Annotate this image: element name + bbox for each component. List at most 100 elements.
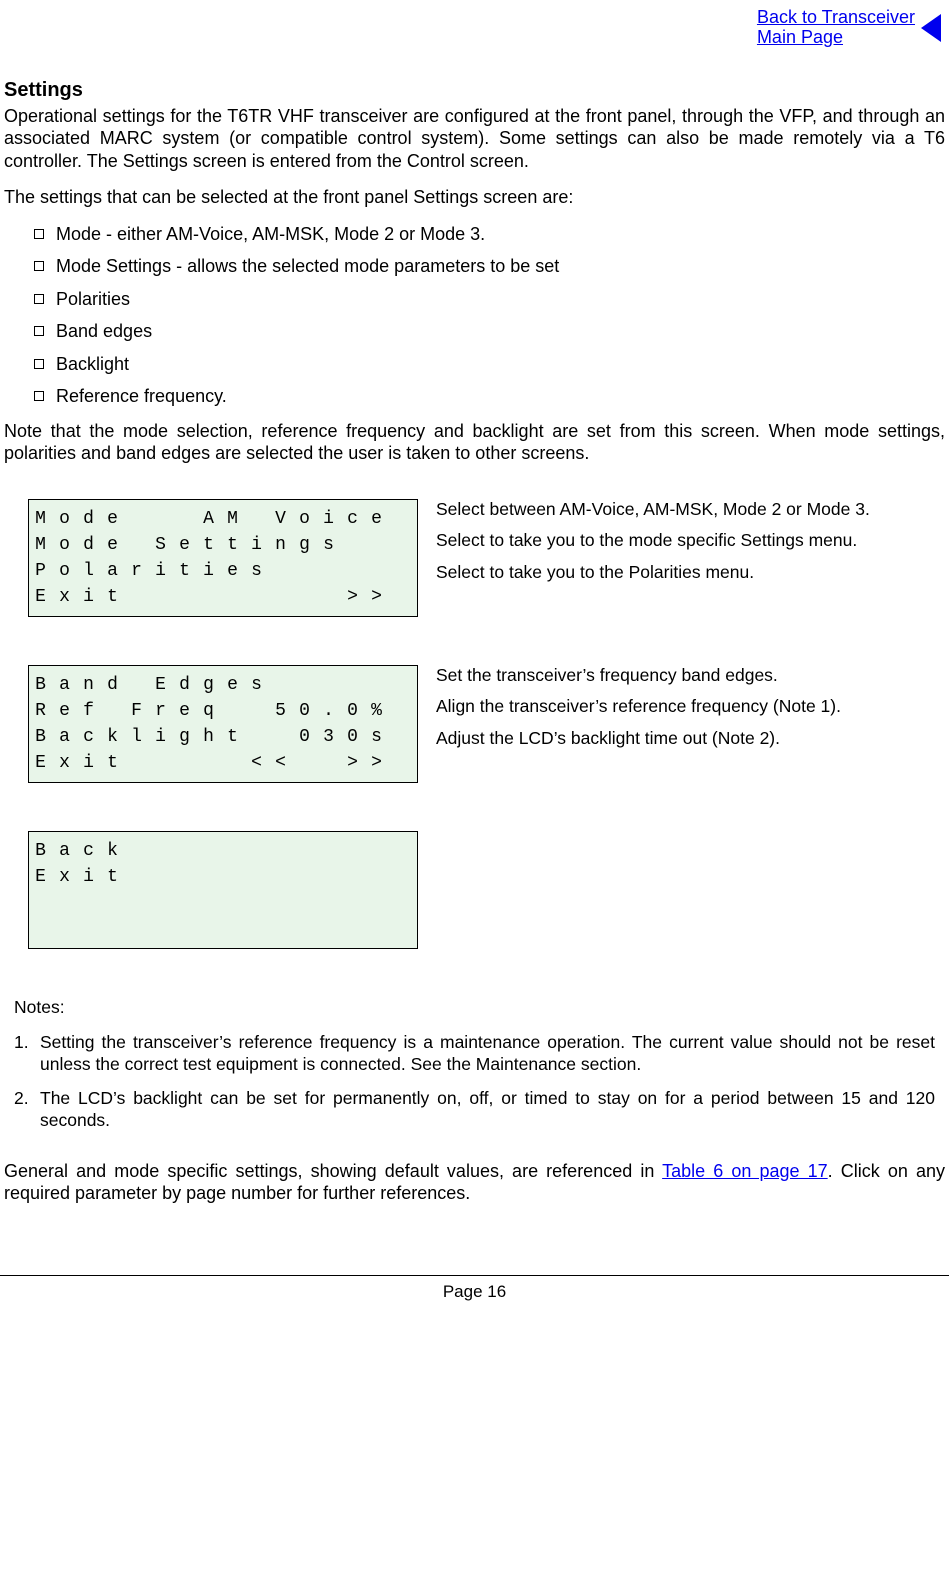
settings-bullet-list: Mode - either AM-Voice, AM-MSK, Mode 2 o… bbox=[4, 223, 945, 408]
lcd-cell bbox=[53, 890, 77, 916]
lcd-cell bbox=[125, 506, 149, 532]
lcd-cell bbox=[293, 838, 317, 864]
lcd-cell: h bbox=[197, 724, 221, 750]
lcd-cell bbox=[341, 890, 365, 916]
lcd-cell bbox=[197, 890, 221, 916]
lcd-screen-3: BackExit bbox=[28, 831, 418, 949]
lcd-cell: E bbox=[29, 584, 53, 610]
lcd-cell: e bbox=[365, 506, 389, 532]
lcd-cell bbox=[245, 890, 269, 916]
lcd-cell bbox=[269, 558, 293, 584]
lcd-cell bbox=[317, 584, 341, 610]
lcd-cell: a bbox=[53, 724, 77, 750]
lcd-cell bbox=[197, 838, 221, 864]
lcd-cell bbox=[269, 916, 293, 942]
lcd-cell bbox=[149, 750, 173, 776]
lcd-cell bbox=[101, 916, 125, 942]
lcd-cell: s bbox=[245, 672, 269, 698]
lcd-cell bbox=[365, 838, 389, 864]
lcd-cell bbox=[365, 532, 389, 558]
lcd-cell: > bbox=[365, 750, 389, 776]
lcd-cell bbox=[245, 864, 269, 890]
lcd-cell bbox=[317, 838, 341, 864]
lcd-cell: e bbox=[221, 672, 245, 698]
notes-block: Notes: 1. Setting the transceiver’s refe… bbox=[14, 997, 935, 1132]
lcd-cell bbox=[221, 584, 245, 610]
annotation-text: Adjust the LCD’s backlight time out (Not… bbox=[436, 728, 841, 750]
lcd-cell bbox=[317, 890, 341, 916]
lcd-cell bbox=[245, 584, 269, 610]
list-item: Mode Settings - allows the selected mode… bbox=[4, 255, 945, 278]
lcd-cell: d bbox=[77, 506, 101, 532]
lcd-cell bbox=[149, 838, 173, 864]
table-6-link[interactable]: Table 6 on page 17 bbox=[662, 1161, 828, 1181]
note-text: The LCD’s backlight can be set for perma… bbox=[40, 1088, 935, 1132]
lcd-cell: o bbox=[293, 506, 317, 532]
lcd-cell: i bbox=[77, 584, 101, 610]
lcd-cell: d bbox=[173, 672, 197, 698]
lcd-cell bbox=[77, 916, 101, 942]
lcd-cell: F bbox=[125, 698, 149, 724]
annotation-text: Select to take you to the Polarities men… bbox=[436, 562, 870, 584]
lcd-cell: c bbox=[341, 506, 365, 532]
lcd-cell bbox=[293, 584, 317, 610]
lcd-cell: d bbox=[101, 672, 125, 698]
lcd-row: Polarities bbox=[29, 558, 417, 584]
lcd-cell bbox=[221, 916, 245, 942]
lcd-cell bbox=[125, 838, 149, 864]
lcd-cell: 0 bbox=[341, 724, 365, 750]
lcd-cell: k bbox=[101, 838, 125, 864]
lcd-cell bbox=[365, 558, 389, 584]
lcd-cell: e bbox=[221, 558, 245, 584]
lcd-cell: n bbox=[77, 672, 101, 698]
lcd-cell bbox=[317, 672, 341, 698]
top-navigation: Back to Transceiver Main Page bbox=[0, 8, 949, 48]
lcd-cell: x bbox=[53, 750, 77, 776]
lcd-cell: > bbox=[341, 584, 365, 610]
lcd-cell bbox=[125, 750, 149, 776]
lcd-cell bbox=[149, 506, 173, 532]
lcd-cell: i bbox=[317, 506, 341, 532]
intro-paragraph: Operational settings for the T6TR VHF tr… bbox=[4, 105, 945, 173]
lcd-cell bbox=[125, 916, 149, 942]
lcd-screen-1: ModeAMVoiceModeSettingsPolaritiesExit>> bbox=[28, 499, 418, 617]
lcd-cell bbox=[269, 584, 293, 610]
lcd-cell bbox=[173, 838, 197, 864]
page-content: Settings Operational settings for the T6… bbox=[0, 78, 949, 1205]
bullet-text: Reference frequency. bbox=[56, 386, 227, 406]
back-to-main-link[interactable]: Back to Transceiver Main Page bbox=[757, 8, 915, 48]
lcd-cell: < bbox=[245, 750, 269, 776]
lcd-cell bbox=[269, 890, 293, 916]
lcd-cell bbox=[245, 724, 269, 750]
lcd1-annotations: Select between AM-Voice, AM-MSK, Mode 2 … bbox=[436, 499, 870, 595]
closing-pre: General and mode specific settings, show… bbox=[4, 1161, 662, 1181]
lcd-cell: e bbox=[101, 532, 125, 558]
arrow-left-icon[interactable] bbox=[921, 14, 941, 42]
lcd-cell: n bbox=[269, 532, 293, 558]
lcd-cell: 0 bbox=[293, 724, 317, 750]
lcd-cell bbox=[317, 750, 341, 776]
lcd-cell bbox=[53, 916, 77, 942]
lcd-cell: 0 bbox=[341, 698, 365, 724]
lcd-cell: > bbox=[341, 750, 365, 776]
list-item: Reference frequency. bbox=[4, 385, 945, 408]
lcd-cell bbox=[29, 916, 53, 942]
lcd-row bbox=[29, 890, 417, 916]
lcd-cell: E bbox=[149, 672, 173, 698]
lcd-cell bbox=[365, 864, 389, 890]
lcd-cell bbox=[317, 864, 341, 890]
lcd-cell: o bbox=[53, 532, 77, 558]
lcd-cell: S bbox=[149, 532, 173, 558]
lcd-cell: e bbox=[173, 532, 197, 558]
lcd-cell: t bbox=[101, 750, 125, 776]
lcd-cell bbox=[365, 672, 389, 698]
lcd-cell: r bbox=[149, 698, 173, 724]
lcd-block-1: ModeAMVoiceModeSettingsPolaritiesExit>> … bbox=[28, 499, 945, 617]
lcd-cell: % bbox=[365, 698, 389, 724]
footer-divider bbox=[0, 1275, 949, 1276]
lcd-cell bbox=[149, 890, 173, 916]
lcd-cell: i bbox=[77, 750, 101, 776]
lcd-cell bbox=[101, 698, 125, 724]
lcd-cell bbox=[341, 532, 365, 558]
lcd-block-3: BackExit bbox=[28, 831, 945, 949]
